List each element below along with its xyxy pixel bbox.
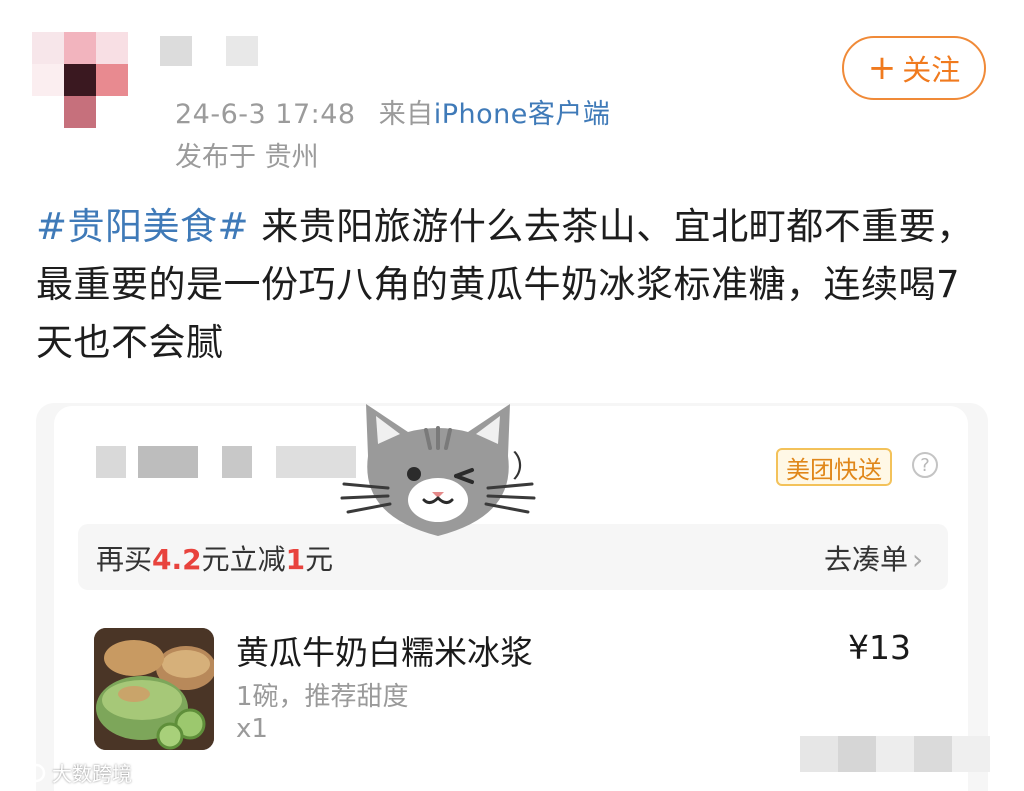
user-avatar[interactable] [32, 32, 128, 128]
cat-sticker-icon [340, 404, 536, 536]
hashtag-link[interactable]: #贵阳美食# [36, 205, 249, 248]
question-mark-icon[interactable]: ? [912, 452, 938, 478]
watermark-text: 大数跨境 [52, 762, 132, 786]
post-time: 24-6-3 17:48 [175, 99, 356, 130]
product-name: 黄瓜牛奶白糯米冰浆 [236, 633, 533, 672]
post-meta: 24-6-3 17:48 来自iPhone客户端 [175, 92, 610, 131]
product-image[interactable] [94, 628, 214, 750]
promo-text: 再买4.2元立减1元 [96, 538, 333, 578]
username-blurred[interactable] [160, 36, 258, 66]
post-body: #贵阳美食# 来贵阳旅游什么去茶山、宜北町都不重要，最重要的是一份巧八角的黄瓜牛… [36, 198, 976, 372]
shop-name-blurred [96, 446, 356, 478]
blurred-region [800, 736, 990, 772]
follow-label: 关注 [902, 53, 961, 87]
delivery-badge: 美团快送 [776, 448, 892, 486]
chevron-right-icon: › [912, 543, 924, 576]
post-source-link[interactable]: iPhone客户端 [434, 99, 611, 130]
product-price: ¥13 [848, 628, 911, 667]
watermark: 大数跨境 [12, 758, 132, 787]
promo-suffix: 元 [305, 543, 334, 576]
promo-discount: 1 [285, 543, 306, 576]
promo-prefix: 再买 [96, 543, 153, 576]
watermark-logo-icon [12, 763, 46, 782]
product-quantity: x1 [236, 714, 268, 744]
promo-mid: 元立减 [201, 543, 286, 576]
add-items-link[interactable]: 去凑单 › [824, 538, 923, 578]
post-from-label: 来自 [378, 99, 434, 130]
add-items-label: 去凑单 [824, 543, 909, 576]
product-spec: 1碗，推荐甜度 [236, 682, 409, 712]
follow-button[interactable]: + 关注 [842, 36, 986, 100]
promo-amount: 4.2 [152, 543, 202, 576]
post-location: 发布于 贵州 [175, 142, 319, 173]
plus-icon: + [867, 48, 897, 88]
